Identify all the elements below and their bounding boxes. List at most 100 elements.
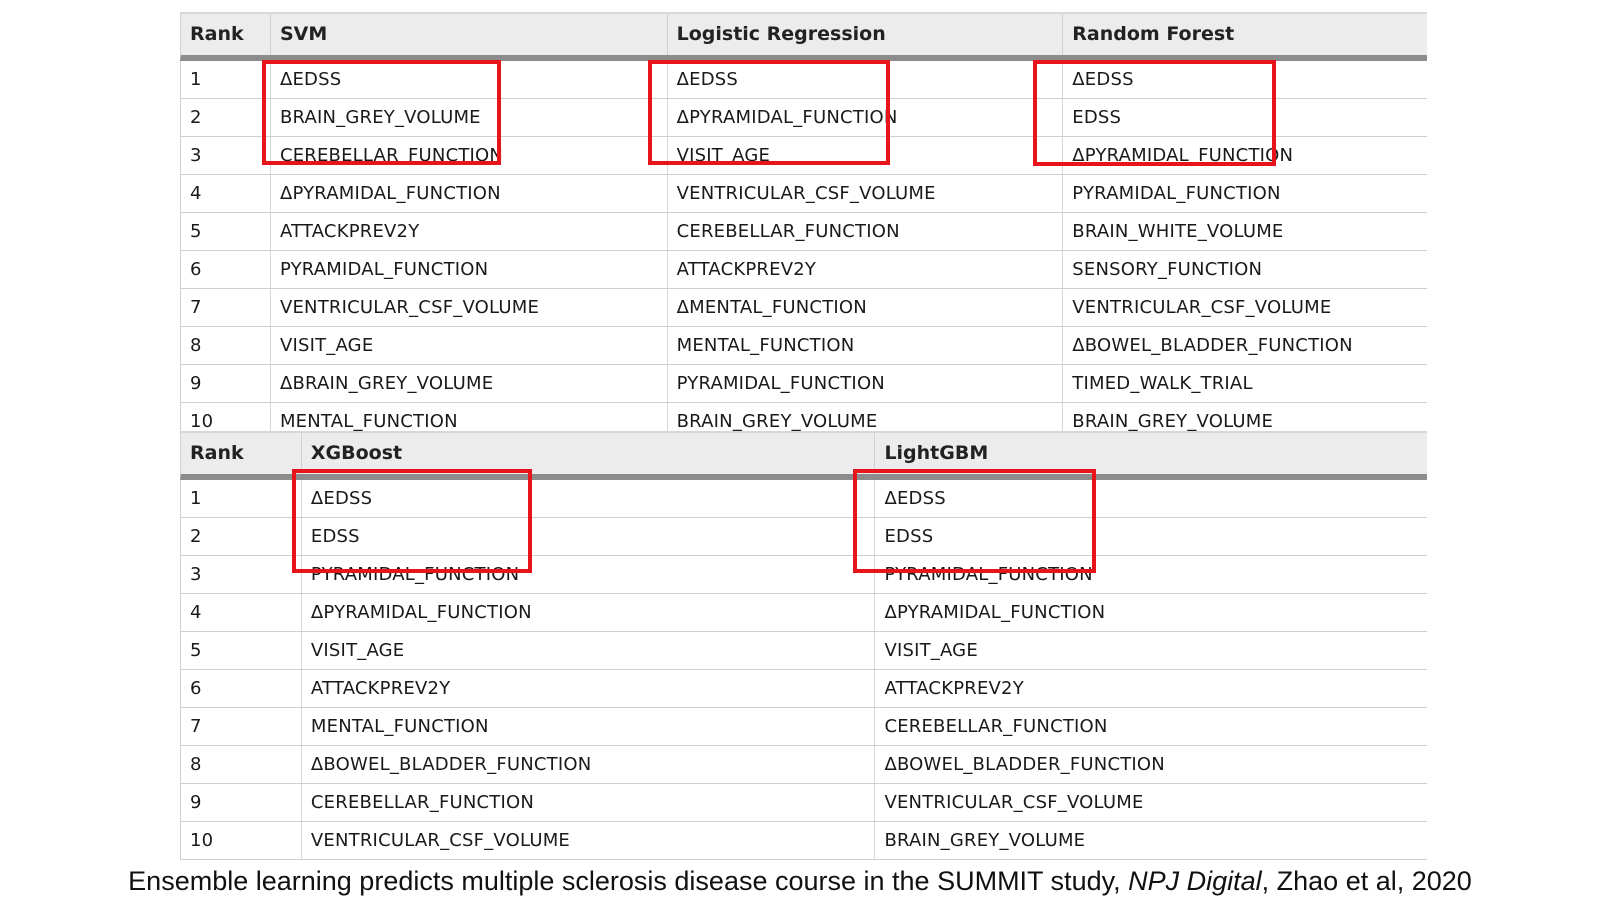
table-row: 5 VISIT_AGE VISIT_AGE <box>180 632 1427 670</box>
logistic-regression-cell: VENTRICULAR_CSF_VOLUME <box>668 175 1064 212</box>
xgboost-cell: ΔEDSS <box>302 480 876 517</box>
logistic-regression-cell: ΔPYRAMIDAL_FUNCTION <box>668 99 1064 136</box>
rank-cell: 7 <box>181 708 302 745</box>
bottom-table-header-row: Rank XGBoost LightGBM <box>180 431 1427 480</box>
random-forest-cell: BRAIN_WHITE_VOLUME <box>1072 221 1284 242</box>
lightgbm-cell: PYRAMIDAL_FUNCTION <box>884 564 1093 585</box>
random-forest-cell: EDSS <box>1072 107 1122 128</box>
table-row: 3 CEREBELLAR_FUNCTION VISIT_AGE ΔPYRAMIDAL_… <box>180 137 1427 175</box>
table-row: 1 ΔEDSS ΔEDSS <box>180 480 1427 518</box>
logistic-regression-cell: MENTAL_FUNCTION <box>668 327 1064 364</box>
lightgbm-cell: ΔBOWEL_BLADDER_FUNCTION <box>884 754 1165 775</box>
random-forest-cell: VENTRICULAR_CSF_VOLUME <box>1072 297 1332 318</box>
citation-caption: Ensemble learning predicts multiple scle… <box>0 866 1600 897</box>
logistic-regression-cell: PYRAMIDAL_FUNCTION <box>668 365 1064 402</box>
logistic-regression-cell: ATTACKPREV2Y <box>668 251 1064 288</box>
logistic-regression-cell: ΔEDSS <box>668 61 1064 98</box>
random-forest-cell: PYRAMIDAL_FUNCTION <box>1072 183 1281 204</box>
table-row: 7 VENTRICULAR_CSF_VOLUME ΔMENTAL_FUNCTION V… <box>180 289 1427 327</box>
header-random-forest: Random Forest <box>1072 23 1235 45</box>
table-row: 2 BRAIN_GREY_VOLUME ΔPYRAMIDAL_FUNCTION EDS… <box>180 99 1427 137</box>
header-lightgbm: LightGBM <box>884 442 989 464</box>
table-row: 4 ΔPYRAMIDAL_FUNCTION ΔPYRAMIDAL_FUNCTION <box>180 594 1427 632</box>
svm-cell: ΔBRAIN_GREY_VOLUME <box>271 365 668 402</box>
xgboost-cell: CEREBELLAR_FUNCTION <box>302 784 876 821</box>
lightgbm-cell: BRAIN_GREY_VOLUME <box>884 830 1086 851</box>
random-forest-cell: ΔPYRAMIDAL_FUNCTION <box>1072 145 1294 166</box>
lightgbm-cell: ΔEDSS <box>884 488 946 509</box>
table-row: 9 ΔBRAIN_GREY_VOLUME PYRAMIDAL_FUNCTION TIM… <box>180 365 1427 403</box>
logistic-regression-cell: CEREBELLAR_FUNCTION <box>668 213 1064 250</box>
random-forest-cell: SENSORY_FUNCTION <box>1072 259 1263 280</box>
table-row: 8 VISIT_AGE MENTAL_FUNCTION ΔBOWEL_BLADDER_… <box>180 327 1427 365</box>
svm-cell: BRAIN_GREY_VOLUME <box>271 99 668 136</box>
rank-cell: 8 <box>181 327 271 364</box>
svm-cell: VISIT_AGE <box>271 327 668 364</box>
rank-cell: 2 <box>181 99 271 136</box>
table-row: 6 ATTACKPREV2Y ATTACKPREV2Y <box>180 670 1427 708</box>
bottom-table-body: 1 ΔEDSS ΔEDSS 2 EDSS EDSS 3 PYRAMIDAL_FUNCTION P… <box>180 480 1427 860</box>
rank-cell: 10 <box>181 822 302 859</box>
xgboost-cell: ΔPYRAMIDAL_FUNCTION <box>302 594 876 631</box>
lightgbm-cell: VISIT_AGE <box>884 640 978 661</box>
xgboost-cell: ΔBOWEL_BLADDER_FUNCTION <box>302 746 876 783</box>
lightgbm-cell: EDSS <box>884 526 934 547</box>
rank-cell: 3 <box>181 556 302 593</box>
top-table-header-row: Rank SVM Logistic Regression Random Fore… <box>180 12 1427 61</box>
svm-cell: CEREBELLAR_FUNCTION <box>271 137 668 174</box>
xgboost-cell: VENTRICULAR_CSF_VOLUME <box>302 822 876 859</box>
xgboost-cell: VISIT_AGE <box>302 632 876 669</box>
header-logistic-regression: Logistic Regression <box>668 14 1064 55</box>
svm-cell: VENTRICULAR_CSF_VOLUME <box>271 289 668 326</box>
top-feature-ranking-table: Rank SVM Logistic Regression Random Fore… <box>180 12 1427 441</box>
rank-cell: 8 <box>181 746 302 783</box>
svm-cell: ΔPYRAMIDAL_FUNCTION <box>271 175 668 212</box>
rank-cell: 4 <box>181 175 271 212</box>
svm-cell: PYRAMIDAL_FUNCTION <box>271 251 668 288</box>
xgboost-cell: ATTACKPREV2Y <box>302 670 876 707</box>
svm-cell: ΔEDSS <box>271 61 668 98</box>
table-row: 6 PYRAMIDAL_FUNCTION ATTACKPREV2Y SENSORY_F… <box>180 251 1427 289</box>
rank-cell: 7 <box>181 289 271 326</box>
header-xgboost: XGBoost <box>302 433 876 474</box>
lightgbm-cell: ΔPYRAMIDAL_FUNCTION <box>884 602 1106 623</box>
logistic-regression-cell: VISIT_AGE <box>668 137 1064 174</box>
rank-cell: 9 <box>181 784 302 821</box>
rank-cell: 6 <box>181 670 302 707</box>
rank-cell: 1 <box>181 480 302 517</box>
rank-cell: 9 <box>181 365 271 402</box>
xgboost-cell: EDSS <box>302 518 876 555</box>
rank-cell: 3 <box>181 137 271 174</box>
svm-cell: ATTACKPREV2Y <box>271 213 668 250</box>
rank-cell: 6 <box>181 251 271 288</box>
table-row: 4 ΔPYRAMIDAL_FUNCTION VENTRICULAR_CSF_VOLU… <box>180 175 1427 213</box>
caption-journal: NPJ Digital <box>1128 866 1262 896</box>
rank-cell: 5 <box>181 632 302 669</box>
table-row: 10 VENTRICULAR_CSF_VOLUME BRAIN_GREY_VOLUM… <box>180 822 1427 860</box>
lightgbm-cell: VENTRICULAR_CSF_VOLUME <box>884 792 1144 813</box>
header-rank: Rank <box>181 433 302 474</box>
caption-text: Ensemble learning predicts multiple scle… <box>128 866 1129 896</box>
rank-cell: 1 <box>181 61 271 98</box>
caption-authors-year: , Zhao et al, 2020 <box>1261 866 1472 896</box>
lightgbm-cell: CEREBELLAR_FUNCTION <box>884 716 1108 737</box>
random-forest-cell: ΔBOWEL_BLADDER_FUNCTION <box>1072 335 1353 356</box>
table-row: 2 EDSS EDSS <box>180 518 1427 556</box>
slide: Rank SVM Logistic Regression Random Fore… <box>0 0 1600 900</box>
xgboost-cell: PYRAMIDAL_FUNCTION <box>302 556 876 593</box>
xgboost-cell: MENTAL_FUNCTION <box>302 708 876 745</box>
header-svm: SVM <box>271 14 668 55</box>
bottom-feature-ranking-table: Rank XGBoost LightGBM 1 ΔEDSS ΔEDSS 2 EDSS ED… <box>180 431 1427 860</box>
table-row: 9 CEREBELLAR_FUNCTION VENTRICULAR_CSF_VOLU… <box>180 784 1427 822</box>
table-row: 1 ΔEDSS ΔEDSS ΔEDSS <box>180 61 1427 99</box>
rank-cell: 2 <box>181 518 302 555</box>
logistic-regression-cell: ΔMENTAL_FUNCTION <box>668 289 1064 326</box>
lightgbm-cell: ATTACKPREV2Y <box>884 678 1024 699</box>
table-row: 3 PYRAMIDAL_FUNCTION PYRAMIDAL_FUNCTION <box>180 556 1427 594</box>
random-forest-cell: ΔEDSS <box>1072 69 1134 90</box>
table-row: 5 ATTACKPREV2Y CEREBELLAR_FUNCTION BRAIN_WH… <box>180 213 1427 251</box>
rank-cell: 5 <box>181 213 271 250</box>
top-table-body: 1 ΔEDSS ΔEDSS ΔEDSS 2 BRAIN_GREY_VOLUME ΔPYRAM… <box>180 61 1427 441</box>
rank-cell: 4 <box>181 594 302 631</box>
table-row: 7 MENTAL_FUNCTION CEREBELLAR_FUNCTION <box>180 708 1427 746</box>
